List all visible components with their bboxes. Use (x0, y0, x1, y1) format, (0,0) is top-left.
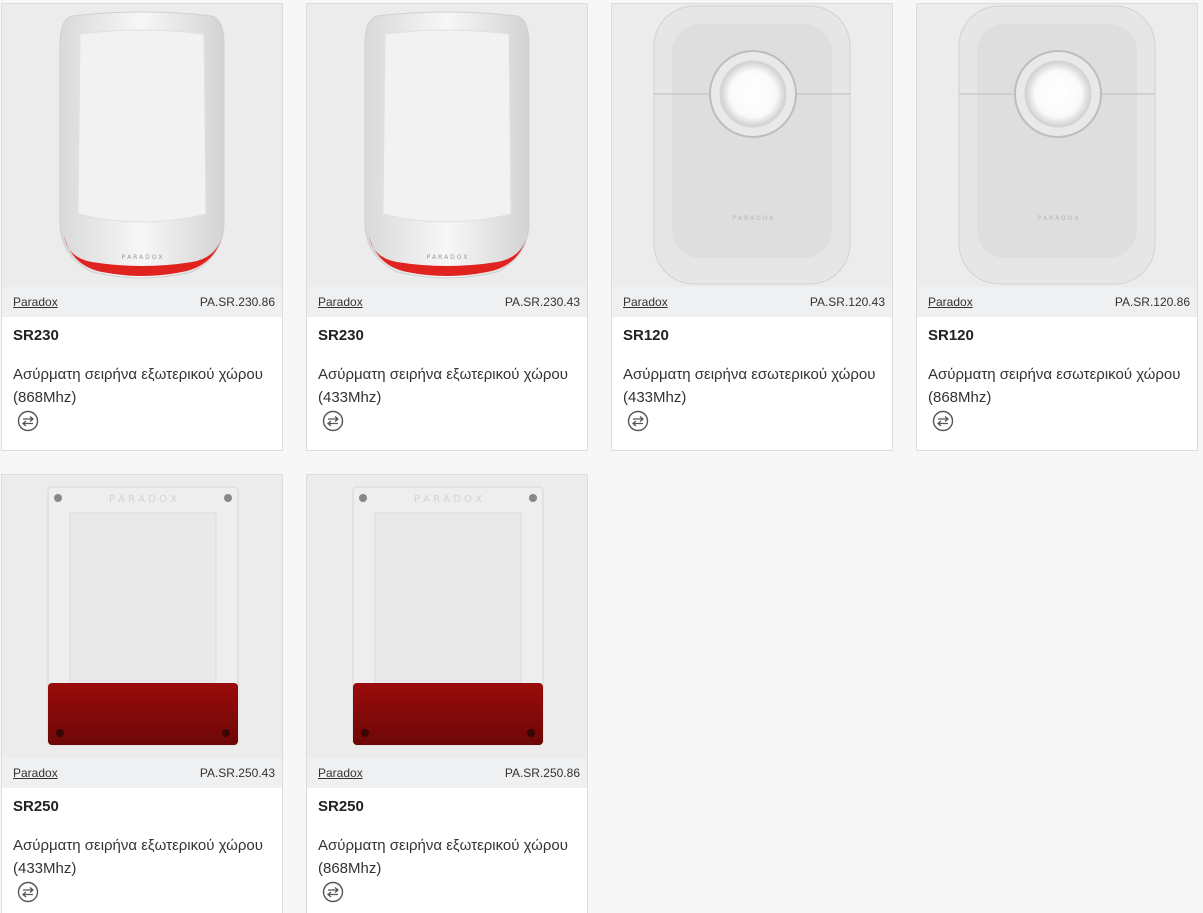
sr250-siren-image: P A R A D O X (47, 486, 239, 746)
product-description: Ασύρματη σειρήνα εξωτερικού χώρου (868Mh… (318, 837, 568, 877)
product-sku: PA.SR.120.43 (809, 295, 885, 309)
product-meta-row: Paradox PA.SR.230.43 (307, 287, 587, 317)
product-title[interactable]: SR250 (13, 798, 59, 815)
product-sku: PA.SR.250.86 (504, 766, 580, 780)
product-card[interactable]: P A R A D O X Paradox PA.SR.230.86 SR230… (1, 3, 283, 451)
product-description: Ασύρματη σειρήνα εξωτερικού χώρου (433Mh… (13, 837, 263, 877)
product-grid: P A R A D O X Paradox PA.SR.230.86 SR230… (0, 0, 1203, 913)
product-card[interactable]: P A R A D O X Paradox PA.SR.250.86 SR250… (306, 474, 588, 913)
product-image[interactable]: P A R A D O X (917, 4, 1197, 287)
product-card[interactable]: P A R A D O X Paradox PA.SR.230.43 SR230… (306, 3, 588, 451)
svg-text:P A R A D O X: P A R A D O X (733, 215, 774, 222)
sr120-siren-image: P A R A D O X (653, 5, 851, 285)
product-title[interactable]: SR230 (13, 327, 59, 344)
product-title[interactable]: SR230 (318, 327, 364, 344)
svg-text:P A R A D O X: P A R A D O X (414, 494, 482, 505)
product-meta-row: Paradox PA.SR.250.86 (307, 758, 587, 788)
product-meta-row: Paradox PA.SR.120.43 (612, 287, 892, 317)
compare-arrows-icon[interactable] (932, 410, 954, 432)
sr250-siren-image: P A R A D O X (352, 486, 544, 746)
brand-link[interactable]: Paradox (318, 295, 363, 309)
product-card[interactable]: P A R A D O X Paradox PA.SR.250.43 SR250… (1, 474, 283, 913)
product-card[interactable]: P A R A D O X Paradox PA.SR.120.43 SR120… (611, 3, 893, 451)
product-meta-row: Paradox PA.SR.230.86 (2, 287, 282, 317)
product-image[interactable]: P A R A D O X (307, 475, 587, 758)
svg-text:P A R A D O X: P A R A D O X (109, 494, 177, 505)
brand-link[interactable]: Paradox (13, 766, 58, 780)
svg-text:P A R A D O X: P A R A D O X (122, 254, 163, 261)
product-image[interactable]: P A R A D O X (612, 4, 892, 287)
compare-arrows-icon[interactable] (322, 410, 344, 432)
product-sku: PA.SR.250.43 (199, 766, 275, 780)
svg-text:P A R A D O X: P A R A D O X (427, 254, 468, 261)
product-image[interactable]: P A R A D O X (307, 4, 587, 287)
product-meta-row: Paradox PA.SR.250.43 (2, 758, 282, 788)
compare-arrows-icon[interactable] (17, 881, 39, 903)
brand-link[interactable]: Paradox (928, 295, 973, 309)
compare-arrows-icon[interactable] (627, 410, 649, 432)
product-card[interactable]: P A R A D O X Paradox PA.SR.120.86 SR120… (916, 3, 1198, 451)
product-meta-row: Paradox PA.SR.120.86 (917, 287, 1197, 317)
product-description: Ασύρματη σειρήνα εσωτερικού χώρου (868Mh… (928, 366, 1181, 406)
compare-arrows-icon[interactable] (17, 410, 39, 432)
product-image[interactable]: P A R A D O X (2, 4, 282, 287)
product-image[interactable]: P A R A D O X (2, 475, 282, 758)
product-sku: PA.SR.230.86 (199, 295, 275, 309)
brand-link[interactable]: Paradox (623, 295, 668, 309)
product-title[interactable]: SR250 (318, 798, 364, 815)
product-sku: PA.SR.230.43 (504, 295, 580, 309)
product-title[interactable]: SR120 (623, 327, 669, 344)
svg-text:P A R A D O X: P A R A D O X (1038, 215, 1079, 222)
sr230-siren-image: P A R A D O X (59, 11, 225, 279)
compare-arrows-icon[interactable] (322, 881, 344, 903)
product-sku: PA.SR.120.86 (1114, 295, 1190, 309)
product-description: Ασύρματη σειρήνα εξωτερικού χώρου (433Mh… (318, 366, 568, 406)
product-description: Ασύρματη σειρήνα εξωτερικού χώρου (868Mh… (13, 366, 263, 406)
product-description: Ασύρματη σειρήνα εσωτερικού χώρου (433Mh… (623, 366, 876, 406)
brand-link[interactable]: Paradox (13, 295, 58, 309)
brand-link[interactable]: Paradox (318, 766, 363, 780)
sr230-siren-image: P A R A D O X (364, 11, 530, 279)
product-title[interactable]: SR120 (928, 327, 974, 344)
sr120-siren-image: P A R A D O X (958, 5, 1156, 285)
